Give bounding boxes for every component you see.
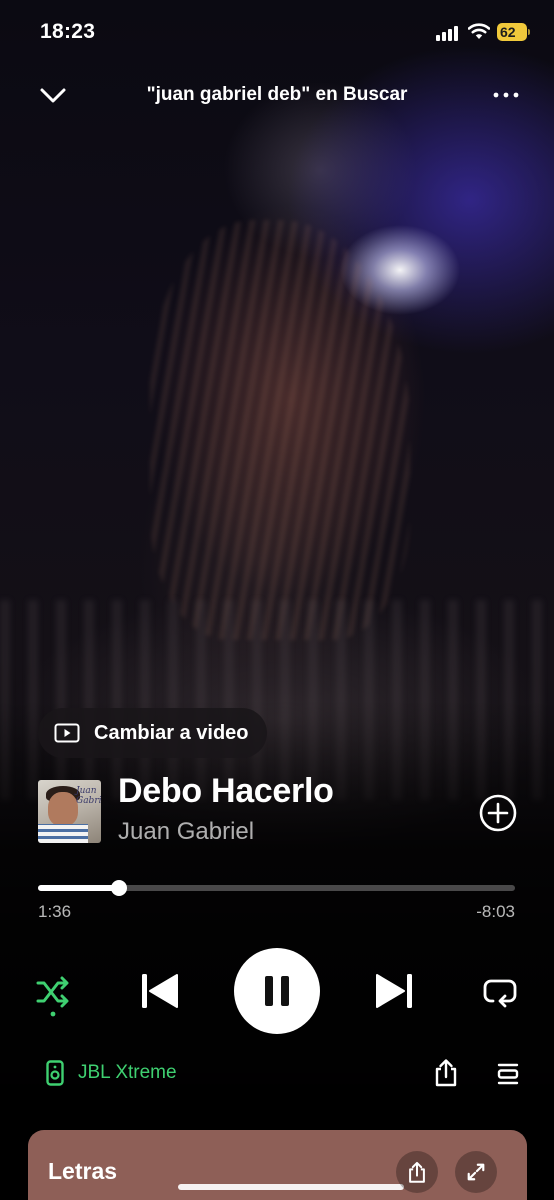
wifi-icon <box>468 23 490 39</box>
track-title[interactable]: Debo Hacerlo <box>118 772 334 811</box>
lyrics-card[interactable]: Letras <box>28 1130 527 1200</box>
cellular-signal-icon <box>436 25 462 41</box>
switch-to-video-button[interactable]: Cambiar a video <box>38 708 267 758</box>
share-icon[interactable] <box>433 1058 459 1088</box>
lyrics-share-button[interactable] <box>396 1151 438 1193</box>
track-artist[interactable]: Juan Gabriel <box>118 818 254 846</box>
album-art[interactable]: Juan Gabriel <box>38 780 101 843</box>
switch-to-video-label: Cambiar a video <box>94 721 249 744</box>
album-art-signature: Juan Gabriel <box>76 786 101 806</box>
progress-bar[interactable] <box>38 880 515 896</box>
home-indicator <box>178 1184 404 1190</box>
progress-fill <box>38 885 120 891</box>
add-to-library-icon[interactable] <box>478 793 518 833</box>
playing-from-title: "juan gabriel deb" en Buscar <box>146 84 408 105</box>
more-options-icon[interactable] <box>488 82 524 108</box>
chevron-down-icon[interactable] <box>38 82 68 108</box>
battery-level: 62 <box>500 24 516 40</box>
shuffle-icon[interactable] <box>36 974 72 1018</box>
play-pause-button[interactable] <box>234 948 320 1034</box>
connected-device-button[interactable]: JBL Xtreme <box>46 1060 177 1086</box>
progress-thumb[interactable] <box>111 880 128 896</box>
performer-silhouette <box>150 220 410 640</box>
device-name: JBL Xtreme <box>78 1062 177 1083</box>
remaining-time: -8:03 <box>476 902 515 921</box>
lyrics-label: Letras <box>48 1158 118 1184</box>
queue-icon[interactable] <box>495 1061 521 1087</box>
player-header: "juan gabriel deb" en Buscar <box>0 78 554 114</box>
speaker-icon <box>46 1060 64 1086</box>
share-icon <box>409 1161 425 1183</box>
expand-icon <box>467 1163 485 1181</box>
elapsed-time: 1:36 <box>38 902 72 921</box>
next-track-icon[interactable] <box>373 970 415 1012</box>
repeat-icon[interactable] <box>482 974 518 1008</box>
pause-icon <box>265 976 289 1006</box>
battery-charging-icon: 62 <box>497 23 530 41</box>
status-bar: 18:23 62 <box>0 0 554 66</box>
video-icon <box>54 723 80 743</box>
status-time: 18:23 <box>40 20 96 43</box>
previous-track-icon[interactable] <box>139 970 181 1012</box>
lyrics-expand-button[interactable] <box>455 1151 497 1193</box>
